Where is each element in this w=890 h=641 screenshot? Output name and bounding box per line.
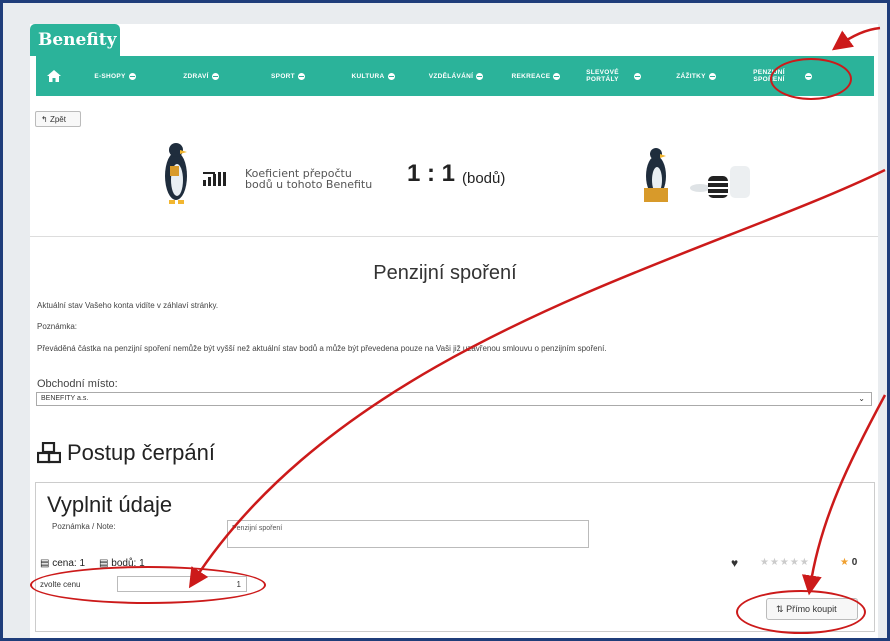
annotation-arrows <box>188 26 887 596</box>
arrow-to-button <box>801 394 887 596</box>
arrow-to-input <box>188 168 886 589</box>
arrow-to-nav <box>831 26 881 51</box>
